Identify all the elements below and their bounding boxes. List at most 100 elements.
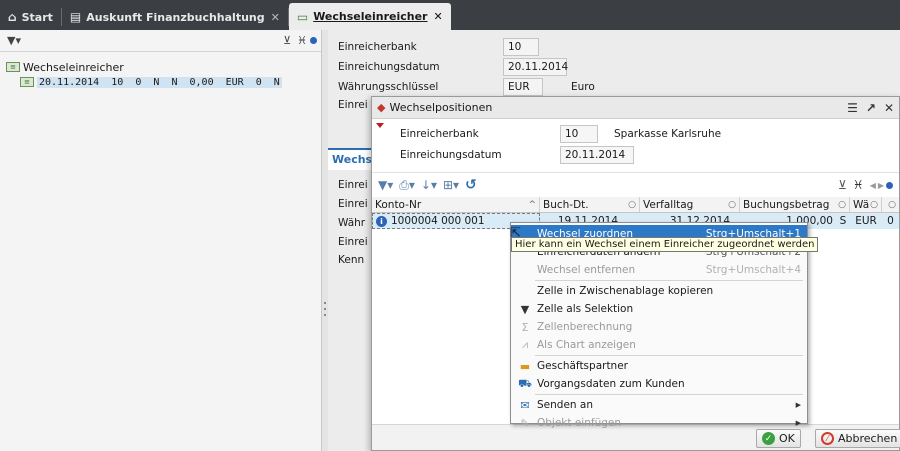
einreichungsdatum-field[interactable]: 20.11.2014 [560, 146, 634, 164]
tree-node-root[interactable]: ≡ Wechseleinreicher [6, 60, 315, 74]
tooltip: Hier kann ein Wechsel einem Einreicher z… [511, 237, 819, 252]
scroll-left-icon[interactable]: ◀ [870, 181, 876, 190]
bank-name-text: Sparkasse Karlsruhe [614, 128, 722, 140]
menu-separator [535, 355, 803, 356]
maximize-icon[interactable]: ↗ [866, 101, 876, 115]
check-icon: ✓ [762, 432, 775, 445]
menu-item-zellenberechnung[interactable]: Σ Zellenberechnung [511, 318, 807, 336]
cell-last[interactable]: 0 [882, 213, 899, 229]
context-menu: Wechsel zuordnen Strg+Umschalt+1 Einreic… [510, 222, 808, 430]
required-marker-icon [376, 123, 384, 128]
einreicherbank-field[interactable]: 10 [503, 38, 539, 56]
export-icon[interactable]: ⊞▾ [443, 178, 459, 192]
waehrung-field[interactable]: EUR [503, 78, 543, 96]
sum-icon: Σ [521, 320, 529, 334]
waehrung-text: Euro [571, 81, 595, 93]
tab-bar: ⌂ Start ▤ Auskunft Finanzbuchhaltung ✕ ▭… [0, 0, 900, 30]
field-label: Einreicherbank [338, 41, 417, 53]
window-icon: ▤ [69, 10, 82, 24]
refresh-icon[interactable]: ↺ [465, 177, 477, 193]
column-header-buch-dt[interactable]: Buch-Dt. ○ [540, 197, 640, 212]
cell-soll-haben[interactable]: S [836, 213, 850, 229]
bill-icon: ≡ [6, 62, 20, 72]
field-label: Einreichungsdatum [400, 149, 502, 161]
tree-node-label: 20.11.2014 10 0 N N 0,00 EUR 0 N [37, 76, 282, 88]
home-icon: ⌂ [8, 10, 17, 24]
partner-icon: ▬ [519, 359, 531, 373]
cancel-icon: ⁄ [821, 432, 834, 445]
menu-item-geschaeftspartner[interactable]: ▬ Geschäftspartner [511, 357, 807, 375]
tree-toolbar: ▼▾ ⊻ ♓ [0, 30, 321, 52]
dialog-titlebar[interactable]: ◆ Wechselpositionen ☰ ↗ ✕ [372, 97, 899, 119]
tab-close-icon[interactable]: ✕ [433, 10, 442, 23]
tab-close-icon[interactable]: ✕ [271, 11, 280, 24]
form-row-waehrung: Währungsschlüssel EUR Euro [338, 78, 595, 96]
tab-label: Start [21, 10, 53, 24]
dialog-title: Wechselpositionen [389, 101, 493, 114]
filter-icon: ▼ [520, 302, 530, 316]
bill-icon: ▭ [296, 9, 309, 24]
dialog-form: Einreicherbank 10 Sparkasse Karlsruhe Ei… [372, 119, 899, 173]
column-header-konto[interactable]: Konto-Nr ^ [372, 197, 540, 212]
cart-icon: ⛟ [518, 376, 532, 390]
submenu-arrow-icon: ▶ [795, 401, 801, 409]
close-icon[interactable]: ✕ [884, 101, 894, 115]
einreichungsdatum-field[interactable]: 20.11.2014 [503, 58, 568, 76]
einreicherbank-field[interactable]: 10 [560, 125, 598, 143]
column-header-buchungsbetrag[interactable]: Buchungsbetrag ○ [740, 197, 850, 212]
print-icon[interactable]: ⎙▾ [399, 178, 415, 193]
binoculars-icon[interactable]: ♓ [853, 178, 864, 192]
binoculars-icon[interactable]: ♓ [297, 34, 307, 47]
tree-node-label: Wechseleinreicher [23, 60, 124, 74]
field-label: Währungsschlüssel [338, 81, 439, 93]
form-row-einreichungsdatum: Einreichungsdatum 20.11.2014 [338, 58, 568, 76]
tree: ≡ Wechseleinreicher ≡ 20.11.2014 10 0 N … [0, 52, 321, 98]
menu-separator [535, 394, 803, 395]
form-row-einreicherbank: Einreicherbank 10 [338, 38, 539, 56]
section-title[interactable]: Wechse [328, 148, 374, 170]
info-icon: i [376, 215, 387, 227]
menu-item-senden-an[interactable]: ✉ Senden an ▶ [511, 396, 807, 414]
dialog-row-einreicherbank: Einreicherbank 10 Sparkasse Karlsruhe [400, 125, 721, 143]
filter-icon[interactable]: ▼▾ [7, 34, 21, 47]
field-label: Einrei [338, 236, 368, 248]
filter-clear-icon[interactable]: ⊻ [838, 178, 847, 192]
scroll-right-icon[interactable]: ▶ [878, 181, 884, 190]
bill-icon: ≡ [20, 77, 34, 87]
tab-auskunft-finanzbuchhaltung[interactable]: ▤ Auskunft Finanzbuchhaltung ✕ [62, 4, 288, 30]
filter-clear-icon[interactable]: ⊻ [283, 34, 291, 47]
menu-item-als-chart-anzeigen[interactable]: ⩘ Als Chart anzeigen [511, 336, 807, 354]
column-header-verfalltag[interactable]: Verfalltag ○ [640, 197, 740, 212]
status-dot-icon[interactable] [310, 37, 317, 44]
grid-header: Konto-Nr ^ Buch-Dt. ○ Verfalltag ○ Buchungs… [372, 197, 899, 213]
pencil-icon: ✎ [520, 416, 530, 430]
send-icon: ✉ [520, 398, 530, 412]
field-label: Kenn [338, 254, 365, 266]
mouse-cursor-icon: ⇱ [510, 226, 521, 241]
menu-icon[interactable]: ☰ [847, 101, 858, 115]
column-header-waehrung[interactable]: Wä ○ [850, 197, 882, 212]
menu-item-zelle-als-selektion[interactable]: ▼ Zelle als Selektion [511, 300, 807, 318]
column-header-last[interactable]: ○ [882, 197, 899, 212]
app-logo-icon: ◆ [377, 101, 386, 114]
chart-icon: ⩘ [521, 338, 529, 351]
grid-toolbar: ▼▾ ⎙▾ ↓▾ ⊞▾ ↺ ⊻ ♓ ◀ ▶ [372, 173, 899, 197]
menu-item-objekt-einfuegen[interactable]: ✎ Objekt einfügen ▶ [511, 414, 807, 432]
menu-item-vorgangsdaten[interactable]: ⛟ Vorgangsdaten zum Kunden [511, 375, 807, 393]
field-label: Währ [338, 217, 366, 229]
status-dot-icon[interactable] [886, 181, 893, 189]
menu-item-wechsel-entfernen[interactable]: Wechsel entfernen Strg+Umschalt+4 [511, 261, 807, 279]
sort-icon[interactable]: ↓▾ [421, 178, 437, 192]
tree-node-entry[interactable]: ≡ 20.11.2014 10 0 N N 0,00 EUR 0 N [6, 75, 315, 89]
submenu-arrow-icon: ▶ [795, 419, 801, 427]
cell-waehrung[interactable]: EUR [850, 213, 882, 229]
cancel-button[interactable]: ⁄ Abbrechen [815, 429, 900, 448]
tab-wechseleinreicher[interactable]: ▭ Wechseleinreicher ✕ [288, 3, 451, 30]
field-label: Einreichungsdatum [338, 61, 440, 73]
dialog-row-einreichungsdatum: Einreichungsdatum 20.11.2014 [400, 146, 634, 164]
filter-icon[interactable]: ▼▾ [378, 178, 393, 192]
menu-separator [535, 280, 803, 281]
tab-start[interactable]: ⌂ Start [0, 4, 61, 30]
menu-item-zelle-kopieren[interactable]: Zelle in Zwischenablage kopieren [511, 282, 807, 300]
field-label: Einrei [338, 198, 368, 210]
